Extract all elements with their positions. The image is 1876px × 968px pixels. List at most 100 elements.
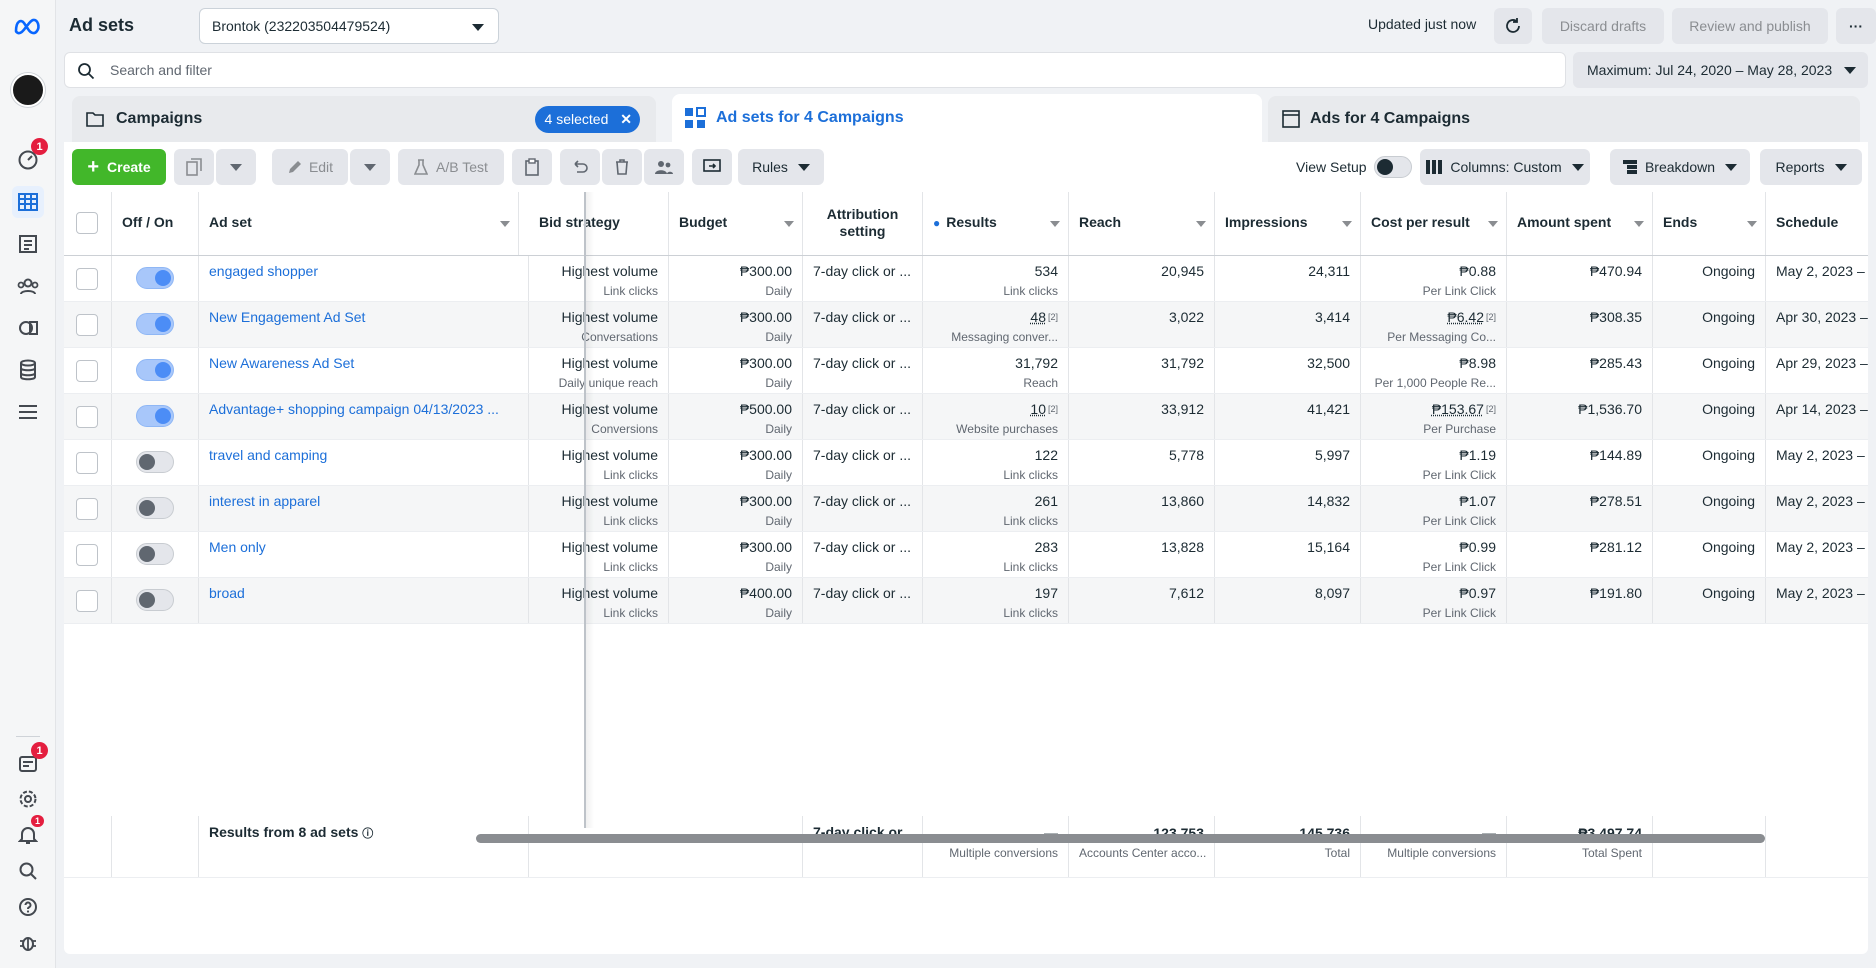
- col-header-schedule[interactable]: Schedule: [1766, 192, 1868, 255]
- tab-ads[interactable]: Ads for 4 Campaigns: [1268, 96, 1860, 142]
- adset-name-link[interactable]: engaged shopper: [209, 263, 318, 279]
- table-row[interactable]: broad Highest volume Link clicks ₱400.00 Dai…: [64, 578, 1868, 624]
- row-checkbox[interactable]: [76, 590, 98, 612]
- table-row[interactable]: interest in apparel Highest volume Link cl…: [64, 486, 1868, 532]
- reach-cell: 3,022: [1069, 302, 1215, 347]
- row-checkbox[interactable]: [76, 498, 98, 520]
- preview-button[interactable]: [692, 149, 732, 185]
- ab-test-button[interactable]: A/B Test: [398, 149, 504, 185]
- settings-gear-icon[interactable]: [12, 783, 44, 815]
- table-row[interactable]: New Awareness Ad Set Highest volume Daily …: [64, 348, 1868, 394]
- footnote-marker[interactable]: [2]: [1048, 404, 1058, 414]
- row-checkbox[interactable]: [76, 268, 98, 290]
- adset-delivery-toggle[interactable]: [136, 405, 174, 427]
- adset-name-link[interactable]: Men only: [209, 539, 266, 555]
- ads-manager-table-icon[interactable]: [12, 186, 44, 218]
- date-range-picker[interactable]: Maximum: Jul 24, 2020 – May 28, 2023: [1573, 52, 1868, 88]
- horizontal-scrollbar[interactable]: [476, 834, 1765, 843]
- create-button[interactable]: + Create: [72, 149, 166, 185]
- report-bug-icon[interactable]: [12, 927, 44, 959]
- row-checkbox[interactable]: [76, 544, 98, 566]
- catalog-icon[interactable]: [12, 312, 44, 344]
- col-header-onoff[interactable]: Off / On: [112, 192, 199, 255]
- table-row[interactable]: New Engagement Ad Set Highest volume Conve…: [64, 302, 1868, 348]
- table-row[interactable]: travel and camping Highest volume Link cli…: [64, 440, 1868, 486]
- billing-database-icon[interactable]: [12, 354, 44, 386]
- adset-name-link[interactable]: Advantage+ shopping campaign 04/13/2023 …: [209, 401, 499, 417]
- select-all-checkbox[interactable]: [76, 212, 98, 234]
- help-icon[interactable]: [12, 891, 44, 923]
- selected-campaigns-chip[interactable]: 4 selected ✕: [534, 106, 640, 133]
- adset-delivery-toggle[interactable]: [136, 589, 174, 611]
- account-avatar[interactable]: [11, 73, 45, 107]
- adset-delivery-toggle[interactable]: [136, 267, 174, 289]
- adset-delivery-toggle[interactable]: [136, 543, 174, 565]
- refresh-button[interactable]: [1494, 8, 1532, 44]
- reports-button[interactable]: Reports: [1760, 149, 1862, 185]
- col-header-reach[interactable]: Reach: [1069, 192, 1215, 255]
- delete-button[interactable]: [602, 149, 642, 185]
- breakdown-button[interactable]: Breakdown: [1610, 149, 1750, 185]
- search-input[interactable]: Search and filter: [110, 62, 212, 78]
- adset-name-link[interactable]: New Engagement Ad Set: [209, 309, 365, 325]
- edit-dropdown[interactable]: [350, 149, 390, 185]
- table-row[interactable]: engaged shopper Highest volume Link clicks…: [64, 256, 1868, 302]
- col-header-adset[interactable]: Ad set: [199, 192, 519, 255]
- col-header-attribution[interactable]: Attribution setting: [803, 192, 923, 255]
- search-filter-bar[interactable]: Search and filter: [64, 52, 1566, 88]
- adset-delivery-toggle[interactable]: [136, 451, 174, 473]
- pages-icon[interactable]: [12, 228, 44, 260]
- col-header-spent[interactable]: Amount spent: [1507, 192, 1653, 255]
- col-header-budget[interactable]: Budget: [669, 192, 803, 255]
- meta-logo-icon[interactable]: [12, 10, 44, 42]
- adset-delivery-toggle[interactable]: [136, 359, 174, 381]
- adset-name-link[interactable]: broad: [209, 585, 245, 601]
- account-selector[interactable]: Brontok (232203504479524): [199, 8, 499, 44]
- notifications-bell-icon[interactable]: 1: [12, 815, 44, 851]
- audience-button[interactable]: [644, 149, 684, 185]
- duplicate-dropdown[interactable]: [216, 149, 256, 185]
- breakdown-label: Breakdown: [1644, 159, 1716, 175]
- more-options-button[interactable]: ···: [1836, 8, 1876, 44]
- adset-delivery-toggle[interactable]: [136, 497, 174, 519]
- inbox-icon[interactable]: 1: [12, 742, 48, 780]
- view-setup-toggle[interactable]: [1374, 156, 1412, 178]
- search-icon[interactable]: [12, 855, 44, 887]
- dashboard-icon[interactable]: 1: [12, 138, 48, 176]
- rules-button[interactable]: Rules: [738, 149, 824, 185]
- footnote-marker[interactable]: [2]: [1486, 404, 1496, 414]
- row-checkbox[interactable]: [76, 314, 98, 336]
- adset-name-link[interactable]: New Awareness Ad Set: [209, 355, 354, 371]
- edit-button[interactable]: Edit: [272, 149, 348, 185]
- footnote-marker[interactable]: [2]: [1048, 312, 1058, 322]
- audiences-icon[interactable]: [12, 270, 44, 302]
- menu-icon[interactable]: [12, 396, 44, 428]
- col-header-impressions[interactable]: Impressions: [1215, 192, 1361, 255]
- table-row[interactable]: Advantage+ shopping campaign 04/13/2023 …: [64, 394, 1868, 440]
- row-checkbox[interactable]: [76, 360, 98, 382]
- tab-campaigns[interactable]: Campaigns 4 selected ✕: [72, 96, 656, 142]
- row-checkbox[interactable]: [76, 452, 98, 474]
- duplicate-button[interactable]: [174, 149, 214, 185]
- discard-drafts-button[interactable]: Discard drafts: [1542, 8, 1664, 44]
- undo-button[interactable]: [560, 149, 600, 185]
- review-publish-button[interactable]: Review and publish: [1672, 8, 1828, 44]
- row-checkbox[interactable]: [76, 406, 98, 428]
- adset-delivery-toggle[interactable]: [136, 313, 174, 335]
- table-row[interactable]: Men only Highest volume Link clicks ₱300.00…: [64, 532, 1868, 578]
- col-header-bid[interactable]: Bid strategy: [529, 192, 669, 255]
- col-header-cpr[interactable]: Cost per result: [1361, 192, 1507, 255]
- footnote-marker[interactable]: [2]: [1486, 312, 1496, 322]
- col-header-results[interactable]: ● Results: [923, 192, 1069, 255]
- bid-strategy-cell: Highest volume Link clicks: [529, 532, 669, 577]
- info-icon[interactable]: ⓘ: [362, 828, 373, 840]
- info-icon[interactable]: ●: [933, 216, 940, 230]
- clipboard-button[interactable]: [512, 149, 552, 185]
- columns-button[interactable]: Columns: Custom: [1420, 149, 1590, 185]
- results-sub: Link clicks: [1003, 514, 1058, 528]
- clear-selection-close-icon[interactable]: ✕: [620, 111, 632, 127]
- adset-name-link[interactable]: travel and camping: [209, 447, 327, 463]
- col-header-ends[interactable]: Ends: [1653, 192, 1766, 255]
- adset-name-link[interactable]: interest in apparel: [209, 493, 320, 509]
- tab-adsets[interactable]: Ad sets for 4 Campaigns: [672, 94, 1262, 142]
